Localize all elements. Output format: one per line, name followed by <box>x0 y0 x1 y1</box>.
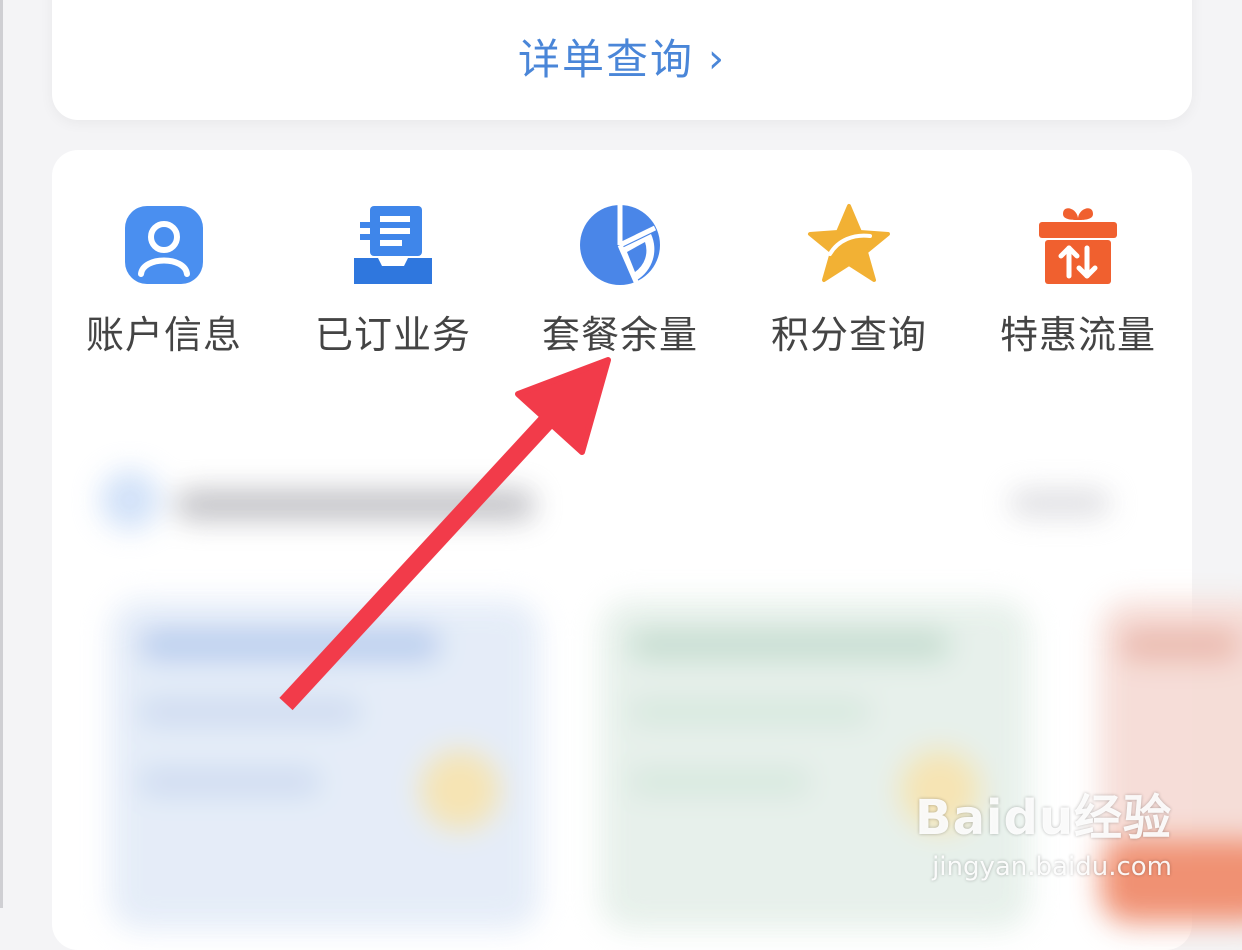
bill-detail-card: 详单查询 › <box>52 0 1192 120</box>
menu-item-label: 积分查询 <box>770 313 927 357</box>
gift-icon <box>1033 200 1123 290</box>
bill-detail-label: 详单查询 <box>517 35 694 84</box>
menu-item-subscribed-services[interactable]: 已订业务 <box>293 200 493 359</box>
menu-item-account-info[interactable]: 账户信息 <box>64 200 264 359</box>
star-icon <box>804 200 894 290</box>
baidu-jingyan-watermark: Baidu经验 jingyan.baidu.com <box>915 778 1172 882</box>
chevron-right-icon: › <box>708 36 726 82</box>
subscribed-services-icon <box>348 200 438 290</box>
quick-menu: 账户信息 已订业务 套餐余量 积分查询 特惠流量 <box>0 200 1242 357</box>
plan-balance-icon <box>575 200 665 290</box>
menu-item-label: 已订业务 <box>314 313 471 357</box>
menu-item-label: 套餐余量 <box>541 313 698 357</box>
menu-item-label: 账户信息 <box>85 313 242 357</box>
menu-item-points-query[interactable]: 积分查询 <box>749 200 949 359</box>
watermark-url: jingyan.baidu.com <box>932 852 1172 882</box>
watermark-logo: Baidu经验 <box>915 790 1172 846</box>
menu-item-special-data[interactable]: 特惠流量 <box>978 200 1178 359</box>
menu-item-label: 特惠流量 <box>999 313 1156 357</box>
menu-item-plan-balance[interactable]: 套餐余量 <box>520 200 720 359</box>
bill-detail-link[interactable]: 详单查询 › <box>52 26 1192 87</box>
account-icon <box>119 200 209 290</box>
